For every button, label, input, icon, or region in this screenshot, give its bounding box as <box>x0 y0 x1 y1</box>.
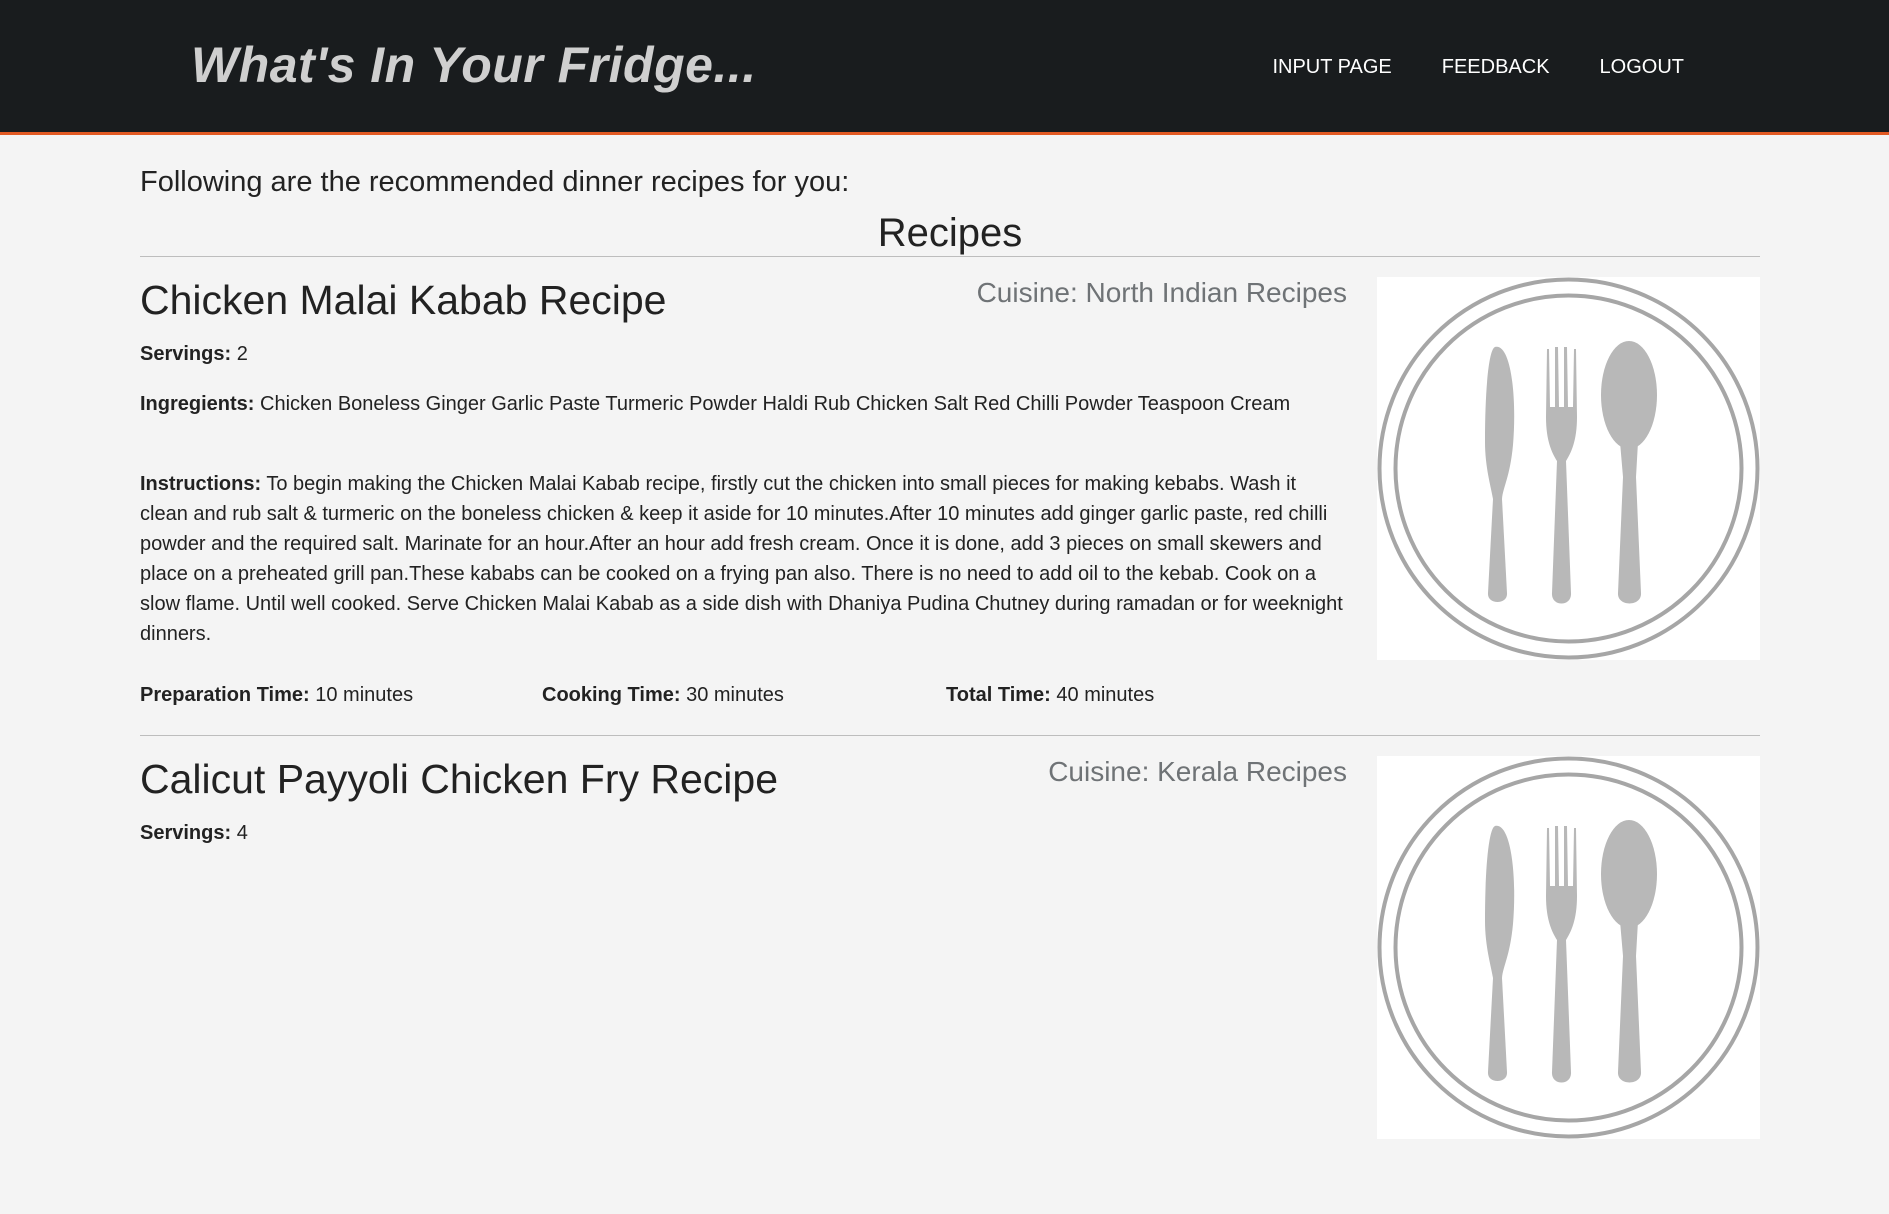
prep-time: Preparation Time: 10 minutes <box>140 684 413 707</box>
instructions-label: Instructions: <box>140 473 262 495</box>
cook-time-label: Cooking Time: <box>542 684 681 706</box>
servings-label: Servings: <box>140 343 232 365</box>
prep-time-label: Preparation Time: <box>140 684 310 706</box>
recipe-servings: Servings: 2 <box>140 339 1347 369</box>
recipe-title: Calicut Payyoli Chicken Fry Recipe <box>140 756 779 802</box>
recipe-card: Chicken Malai Kabab Recipe Cuisine: Nort… <box>140 257 1760 735</box>
total-time: Total Time: 40 minutes <box>946 684 1154 707</box>
recipe-card: Calicut Payyoli Chicken Fry Recipe Cuisi… <box>140 736 1760 1214</box>
recipe-cuisine: Cuisine: Kerala Recipes <box>1048 756 1347 787</box>
nav-feedback-link[interactable]: FEEDBACK <box>1442 56 1550 79</box>
brand-logo-text[interactable]: What's In Your Fridge... <box>191 36 757 94</box>
ingredients-label: Ingregients: <box>140 393 255 415</box>
ingredients-value: Chicken Boneless Ginger Garlic Paste Tur… <box>260 393 1291 415</box>
section-title: Recipes <box>877 211 1023 255</box>
main-nav: INPUT PAGE FEEDBACK LOGOUT <box>1272 56 1684 79</box>
nav-logout-link[interactable]: LOGOUT <box>1600 56 1684 79</box>
total-time-value: 40 minutes <box>1056 684 1155 706</box>
recipe-servings: Servings: 4 <box>140 818 1347 848</box>
cook-time: Cooking Time: 30 minutes <box>542 684 784 707</box>
main-content: Following are the recommended dinner rec… <box>140 136 1760 1214</box>
plate-cutlery-icon <box>1377 277 1760 660</box>
nav-input-page-link[interactable]: INPUT PAGE <box>1272 56 1391 79</box>
intro-text: Following are the recommended dinner rec… <box>140 166 850 198</box>
servings-value: 2 <box>236 343 248 365</box>
recipe-cuisine: Cuisine: North Indian Recipes <box>976 277 1347 308</box>
cook-time-value: 30 minutes <box>686 684 784 706</box>
servings-label: Servings: <box>140 822 232 844</box>
instructions-value: To begin making the Chicken Malai Kabab … <box>140 473 1343 645</box>
total-time-label: Total Time: <box>946 684 1051 706</box>
servings-value: 4 <box>236 822 248 844</box>
prep-time-value: 10 minutes <box>315 684 414 706</box>
recipe-title: Chicken Malai Kabab Recipe <box>140 277 667 323</box>
top-navbar: What's In Your Fridge... INPUT PAGE FEED… <box>0 0 1889 135</box>
recipe-instructions: Instructions: To begin making the Chicke… <box>140 469 1347 649</box>
recipe-ingredients: Ingregients: Chicken Boneless Ginger Gar… <box>140 389 1347 419</box>
plate-cutlery-icon <box>1377 756 1760 1139</box>
